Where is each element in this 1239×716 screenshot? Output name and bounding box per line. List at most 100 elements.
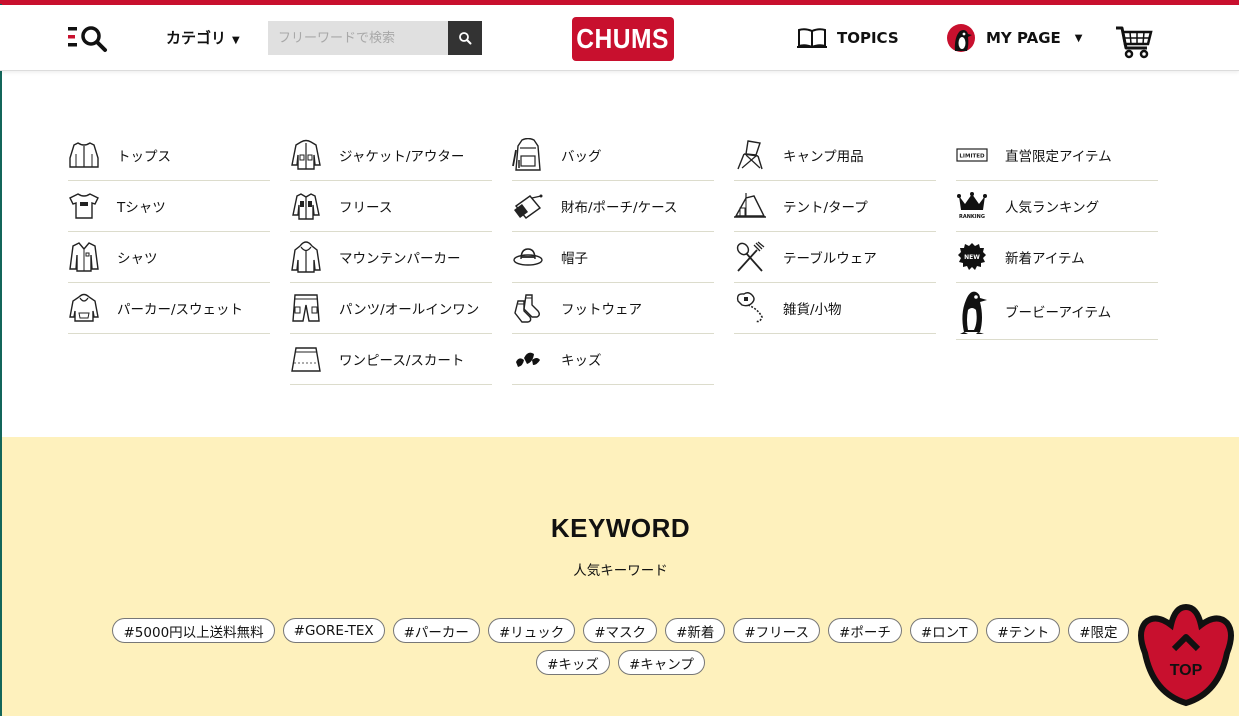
keyword-tag[interactable]: #ロンT xyxy=(909,618,979,643)
category-item-mountain-parka[interactable]: マウンテンパーカー xyxy=(290,232,492,283)
top-button-label: TOP xyxy=(1170,662,1203,679)
wallet-icon xyxy=(512,190,544,222)
tshirt-icon xyxy=(68,190,100,222)
keyword-tag[interactable]: #フリース xyxy=(733,618,821,643)
category-item-wallet[interactable]: 財布/ポーチ/ケース xyxy=(512,181,714,232)
kids-icon xyxy=(512,343,544,375)
keyword-tag[interactable]: #キッズ xyxy=(536,650,610,675)
keyword-tag[interactable]: #GORE-TEX xyxy=(282,618,385,643)
category-label: シャツ xyxy=(117,251,158,267)
keyword-tag[interactable]: #パーカー xyxy=(392,618,480,643)
category-column-1: トップス Tシャツ シャツ パーカー/スウェット xyxy=(68,130,270,385)
keyword-tag[interactable]: #リュック xyxy=(487,618,576,643)
jacket-icon xyxy=(68,139,100,171)
limited-badge-text: LIMITED xyxy=(959,154,985,160)
category-item-tent[interactable]: テント/タープ xyxy=(734,181,936,232)
fleece-icon xyxy=(290,190,322,222)
category-item-skirt[interactable]: ワンピース/スカート xyxy=(290,334,492,385)
category-label: キャンプ用品 xyxy=(783,149,864,165)
keyword-tag[interactable]: #テント xyxy=(986,618,1061,643)
category-label: キッズ xyxy=(561,353,602,369)
keyword-tag[interactable]: #限定 xyxy=(1068,618,1129,643)
tent-icon xyxy=(734,190,766,222)
socks-icon xyxy=(512,292,544,324)
limited-icon: LIMITED xyxy=(956,139,988,171)
mountain-parka-icon xyxy=(290,241,322,273)
search-bar xyxy=(268,21,482,55)
category-item-booby[interactable]: ブービーアイテム xyxy=(956,283,1158,340)
category-item-shirt[interactable]: シャツ xyxy=(68,232,270,283)
keyword-tag[interactable]: #マスク xyxy=(583,618,658,643)
category-label: 新着アイテム xyxy=(1005,251,1085,267)
category-label: テント/タープ xyxy=(783,200,868,216)
category-item-limited[interactable]: LIMITED 直営限定アイテム xyxy=(956,130,1158,181)
category-item-goods[interactable]: 雑貨/小物 xyxy=(734,283,936,334)
category-item-new[interactable]: NEW 新着アイテム xyxy=(956,232,1158,283)
category-item-ranking[interactable]: RANKING 人気ランキング xyxy=(956,181,1158,232)
site-header: カテゴリ ▼ CHUMS TOPICS MY PAGE ▼ xyxy=(0,5,1239,71)
category-grid: トップス Tシャツ シャツ パーカー/スウェット ジャケット/アウター フリース… xyxy=(68,130,1158,385)
category-label: 人気ランキング xyxy=(1005,200,1100,216)
backpack-icon xyxy=(512,138,544,171)
camp-chair-icon xyxy=(734,139,766,171)
cutlery-icon xyxy=(734,241,766,273)
keyword-tag[interactable]: #新着 xyxy=(665,618,726,643)
category-item-tshirt[interactable]: Tシャツ xyxy=(68,181,270,232)
category-item-footwear[interactable]: フットウェア xyxy=(512,283,714,334)
search-icon xyxy=(459,32,472,45)
booby-avatar-icon xyxy=(947,24,975,52)
category-item-kids[interactable]: キッズ xyxy=(512,334,714,385)
category-column-3: バッグ 財布/ポーチ/ケース 帽子 フットウェア キッズ xyxy=(512,130,714,385)
category-column-2: ジャケット/アウター フリース マウンテンパーカー パンツ/オールインワン ワン… xyxy=(290,130,492,385)
shirt-icon xyxy=(68,241,100,273)
hat-icon xyxy=(512,241,544,273)
mypage-label: MY PAGE xyxy=(986,29,1061,47)
outer-jacket-icon xyxy=(290,139,322,171)
keyword-tag[interactable]: #ポーチ xyxy=(828,618,902,643)
caret-down-icon: ▼ xyxy=(1074,32,1083,44)
keyword-section: KEYWORD 人気キーワード #5000円以上送料無料 #GORE-TEX #… xyxy=(2,437,1239,716)
skirt-icon xyxy=(290,343,322,375)
category-item-pants[interactable]: パンツ/オールインワン xyxy=(290,283,492,334)
category-label: フリース xyxy=(339,200,393,216)
category-label: Tシャツ xyxy=(117,200,166,216)
chums-logo[interactable]: CHUMS xyxy=(572,17,674,61)
category-label: バッグ xyxy=(561,149,602,165)
topics-link[interactable]: TOPICS xyxy=(797,27,899,49)
category-label: マウンテンパーカー xyxy=(339,251,461,267)
category-item-outer[interactable]: ジャケット/アウター xyxy=(290,130,492,181)
category-item-hoodie[interactable]: パーカー/スウェット xyxy=(68,283,270,334)
book-icon xyxy=(797,28,827,49)
topics-label: TOPICS xyxy=(837,29,899,47)
category-column-4: キャンプ用品 テント/タープ テーブルウェア 雑貨/小物 xyxy=(734,130,936,385)
category-item-camp-goods[interactable]: キャンプ用品 xyxy=(734,130,936,181)
crown-icon: RANKING xyxy=(956,190,988,222)
category-label: トップス xyxy=(117,149,171,165)
category-item-fleece[interactable]: フリース xyxy=(290,181,492,232)
category-item-hat[interactable]: 帽子 xyxy=(512,232,714,283)
keyword-tag-list: #5000円以上送料無料 #GORE-TEX #パーカー #リュック #マスク … xyxy=(82,618,1159,675)
category-item-tops[interactable]: トップス xyxy=(68,130,270,181)
ranking-badge-text: RANKING xyxy=(959,214,985,220)
category-label: パーカー/スウェット xyxy=(117,302,244,318)
category-label: ブービーアイテム xyxy=(1005,305,1112,321)
category-label: 財布/ポーチ/ケース xyxy=(561,200,678,216)
back-to-top-button[interactable]: TOP xyxy=(1137,603,1235,707)
category-item-tableware[interactable]: テーブルウェア xyxy=(734,232,936,283)
menu-search-icon[interactable] xyxy=(66,23,110,53)
keyword-title: KEYWORD xyxy=(550,513,691,543)
logo-text: CHUMS xyxy=(576,23,670,54)
mypage-dropdown[interactable]: MY PAGE ▼ xyxy=(946,23,1083,53)
category-item-bag[interactable]: バッグ xyxy=(512,130,714,181)
category-label: 直営限定アイテム xyxy=(1005,149,1112,165)
search-button[interactable] xyxy=(448,21,482,55)
keychain-icon xyxy=(734,292,766,324)
booby-bird-icon xyxy=(956,291,988,334)
keyword-tag[interactable]: #キャンプ xyxy=(617,650,705,675)
category-dropdown[interactable]: カテゴリ ▼ xyxy=(166,27,240,48)
search-input[interactable] xyxy=(268,21,448,55)
keyword-tag[interactable]: #5000円以上送料無料 xyxy=(112,618,275,643)
cart-icon[interactable] xyxy=(1115,24,1153,60)
keyword-subtitle: 人気キーワード xyxy=(573,563,668,579)
caret-down-icon: ▼ xyxy=(232,35,240,46)
